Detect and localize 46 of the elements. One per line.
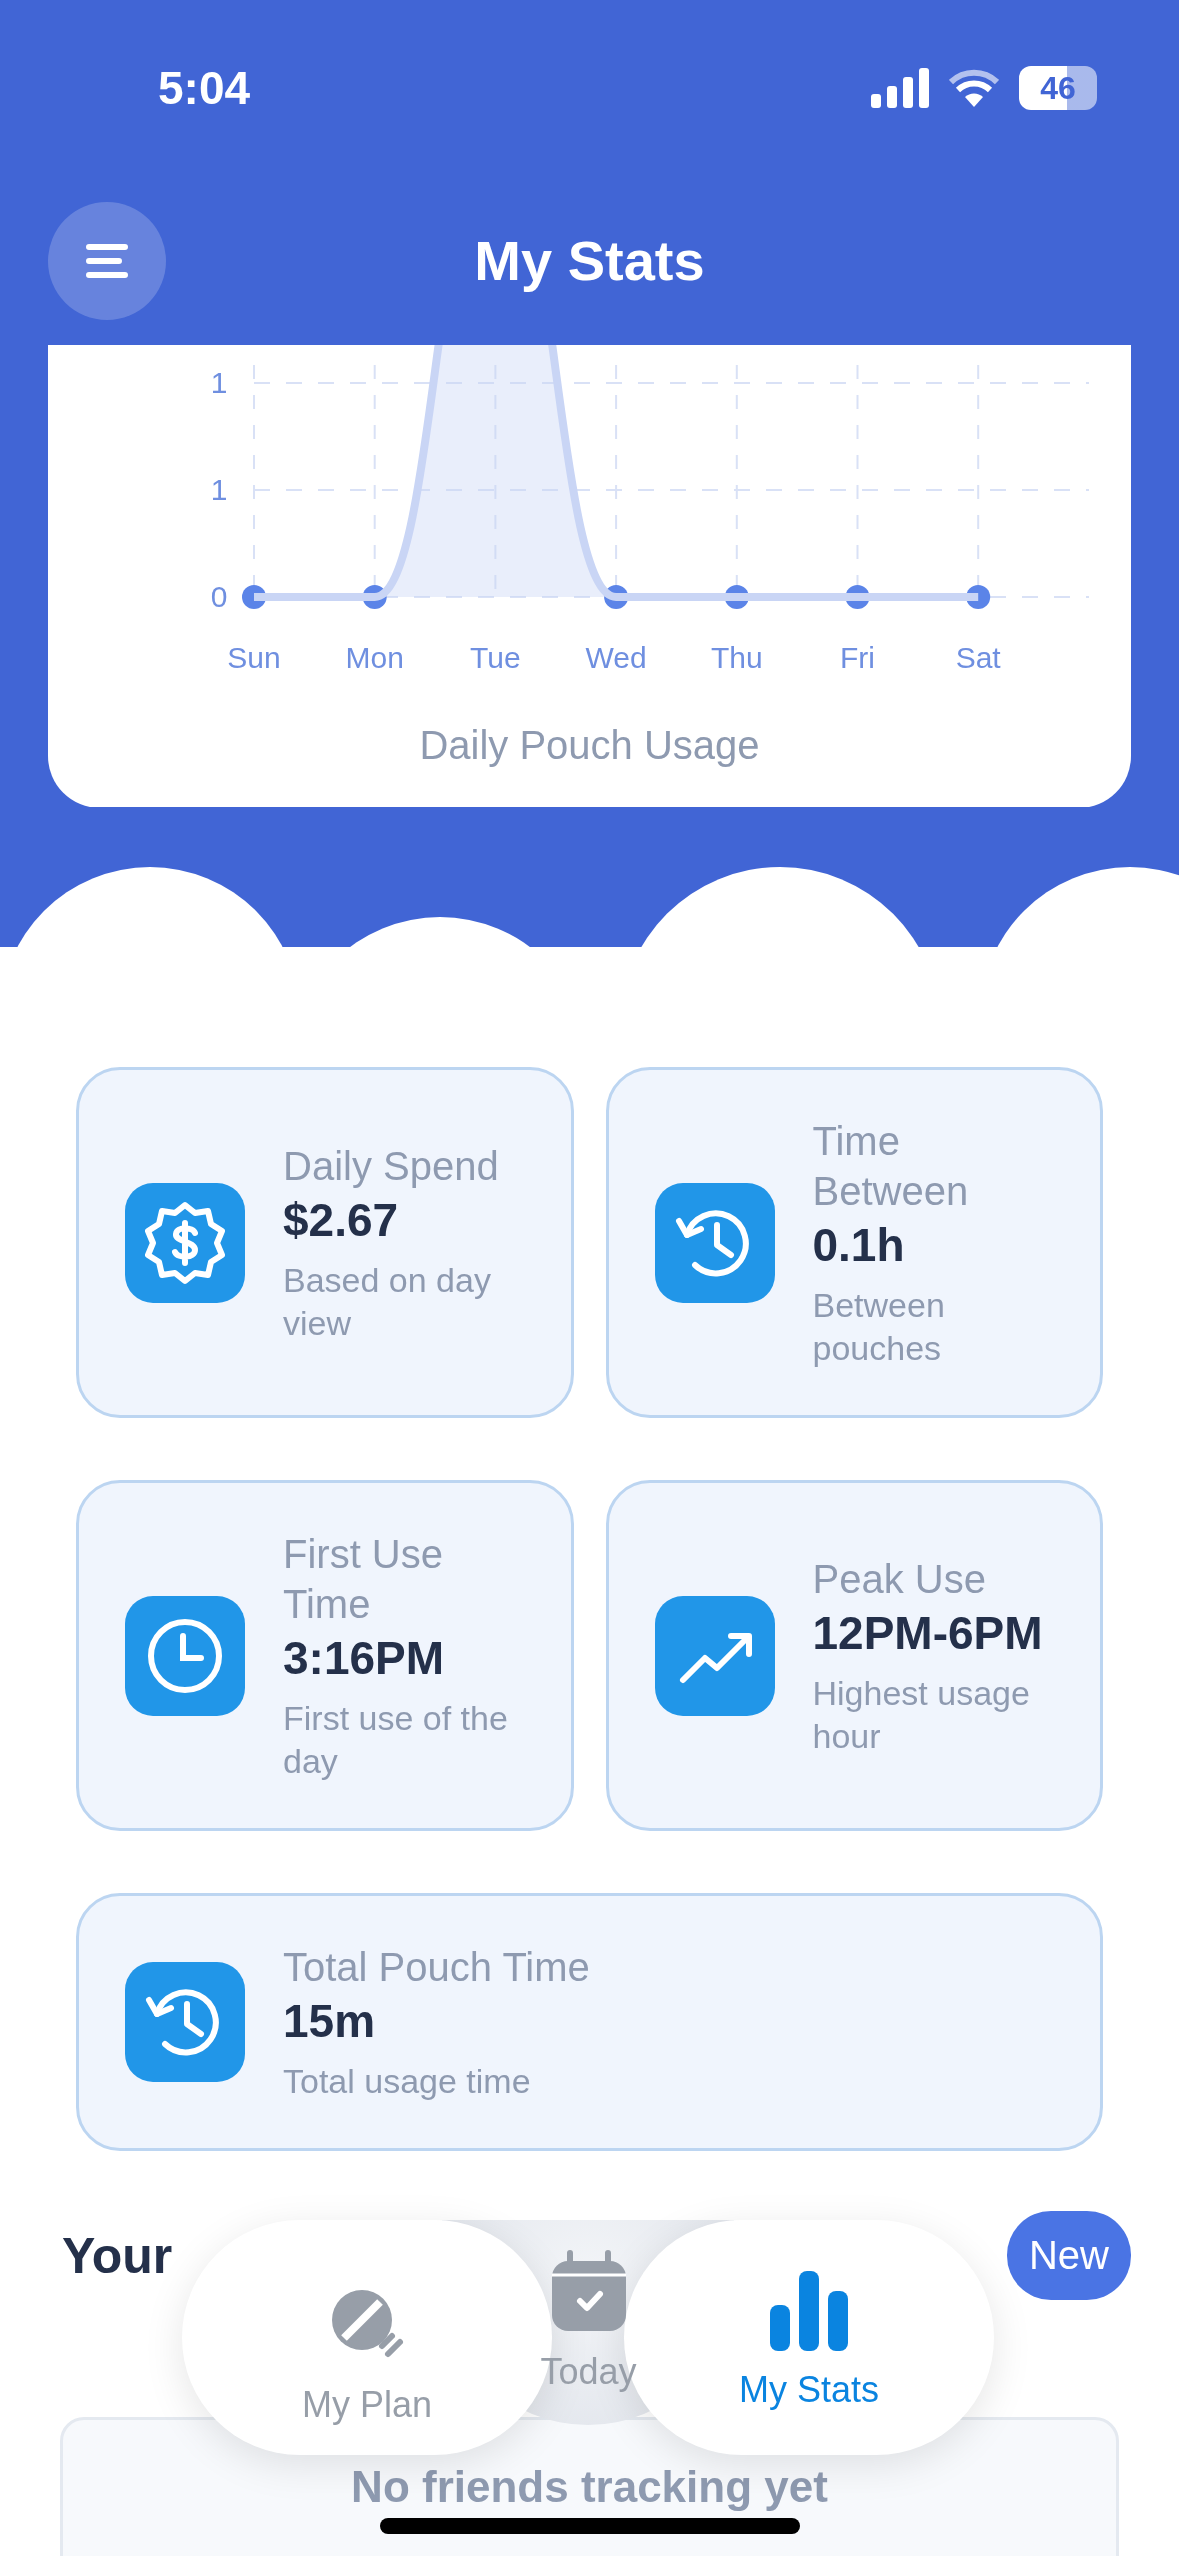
data-point (724, 585, 749, 609)
data-point (845, 585, 869, 609)
page-title: My Stats (474, 228, 705, 293)
stat-value: 3:16PM (283, 1630, 446, 1686)
axis-tick-label: 1 (210, 473, 227, 506)
data-point (241, 585, 266, 609)
axis-label: Thu (710, 641, 763, 674)
stat-label: First Use Time (283, 1530, 444, 1628)
empty-message: No friends tracking yet (351, 2462, 828, 2512)
section-heading: Your (62, 2226, 173, 2285)
axis-tick-label: 0 (210, 580, 227, 613)
stat-note: Between pouches (812, 1284, 946, 1369)
clock-icon (125, 1595, 245, 1716)
axis-label: Sun (226, 641, 281, 674)
stat-value: 0.1h (812, 1217, 906, 1273)
stat-note: Highest usage hour (812, 1672, 1031, 1757)
stat-note: Based on day view (283, 1259, 492, 1344)
data-point (603, 585, 628, 609)
battery-indicator: 46 (1019, 66, 1097, 110)
axis-label: Tue (469, 641, 521, 674)
status-time: 5:04 (158, 61, 251, 115)
data-point (965, 585, 990, 609)
stat-label: Peak Use (812, 1555, 987, 1603)
dollar-badge-icon (125, 1182, 245, 1303)
stat-value: 15m (283, 1993, 377, 2049)
menu-icon (86, 243, 128, 279)
history-icon (125, 1962, 245, 2082)
signal-icon (871, 68, 929, 108)
data-point (362, 585, 387, 609)
stat-note: Total usage time (283, 2060, 532, 2102)
stat-value: 12PM-6PM (812, 1605, 1044, 1661)
history-icon (654, 1182, 775, 1303)
axis-label: Sat (955, 641, 1001, 674)
stat-note: First use of the day (283, 1697, 509, 1782)
axis-label: Mon (345, 641, 404, 674)
axis-label: Fri (839, 641, 875, 674)
axis-label: Wed (585, 641, 647, 674)
trend-up-icon (654, 1595, 775, 1716)
wifi-icon (949, 69, 999, 107)
stat-label: Time Between (812, 1117, 970, 1215)
new-button[interactable]: New (1006, 2211, 1131, 2300)
stat-label: Total Pouch Time (283, 1943, 590, 1991)
stat-label: Daily Spend (283, 1142, 500, 1190)
chart-title: Daily Pouch Usage (419, 723, 760, 768)
axis-tick-label: 1 (210, 366, 227, 399)
stat-value: $2.67 (283, 1192, 400, 1248)
